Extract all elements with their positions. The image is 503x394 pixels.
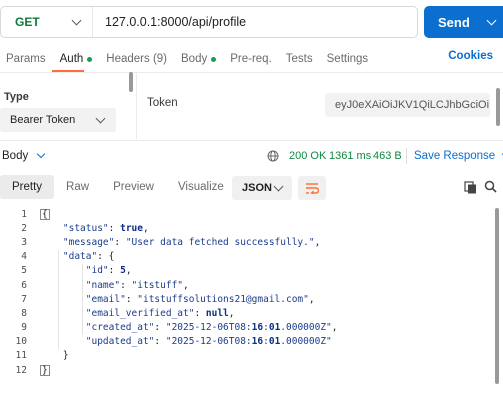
chevron-down-icon[interactable] bbox=[486, 15, 497, 26]
code-line: 7 "email": "itstuffsolutions21@gmail.com… bbox=[0, 292, 490, 306]
method-label: GET bbox=[15, 15, 40, 29]
globe-icon[interactable] bbox=[267, 150, 279, 162]
pane-splitter[interactable] bbox=[136, 73, 137, 139]
tab-body[interactable]: Body bbox=[181, 53, 217, 65]
request-tabs: Params Auth Headers (9) Body Pre-req. Tests Se… bbox=[0, 50, 503, 68]
cookies-link[interactable]: Cookies bbox=[448, 50, 493, 62]
tab-auth[interactable]: Auth bbox=[60, 53, 93, 65]
code-line: 12} bbox=[0, 363, 490, 377]
language-value: JSON bbox=[242, 182, 272, 194]
language-select[interactable]: JSON bbox=[232, 176, 292, 200]
status-dot-icon bbox=[87, 56, 93, 62]
indent-guide bbox=[82, 263, 83, 335]
send-button[interactable]: Send bbox=[424, 6, 503, 38]
code-text: "id": 5, bbox=[85, 265, 132, 277]
wrap-lines-button[interactable] bbox=[298, 176, 326, 200]
code-line: 8 "email_verified_at": null, bbox=[0, 306, 490, 320]
format-tab-preview[interactable]: Preview bbox=[101, 175, 166, 199]
save-response-label: Save Response bbox=[414, 150, 496, 162]
code-text: { bbox=[40, 208, 50, 220]
response-code-view[interactable]: 1{2 "status": true, 3 "message": "User da… bbox=[0, 207, 490, 377]
tab-label: Tests bbox=[285, 53, 313, 65]
format-tab-pretty[interactable]: Pretty bbox=[0, 175, 55, 199]
tab-label: Body bbox=[181, 53, 208, 65]
indent-guide bbox=[58, 249, 59, 349]
tab-params[interactable]: Params bbox=[6, 53, 46, 65]
copy-icon[interactable] bbox=[464, 181, 477, 194]
tab-label: Auth bbox=[59, 53, 84, 65]
tab-pre-req[interactable]: Pre-req. bbox=[230, 53, 272, 65]
scrollbar[interactable] bbox=[495, 208, 499, 384]
code-text: "created_at": "2025-12-06T08:16:01.00000… bbox=[85, 322, 338, 334]
code-line: 4 "data": { bbox=[0, 250, 490, 264]
auth-type-value: Bearer Token bbox=[10, 114, 76, 126]
token-input[interactable]: eyJ0eXAiOiJKV1QiLCJhbGciOi ... bbox=[325, 93, 490, 117]
line-number: 12 bbox=[15, 364, 27, 376]
line-number: 5 bbox=[21, 265, 27, 277]
line-number: 10 bbox=[15, 336, 27, 348]
code-line: 2 "status": true, bbox=[0, 221, 490, 235]
chevron-down-icon bbox=[95, 113, 106, 123]
code-line: 6 "name": "itstuff", bbox=[0, 278, 490, 292]
code-text: } bbox=[40, 350, 69, 362]
code-text: "updated_at": "2025-12-06T08:16:01.00000… bbox=[85, 336, 332, 348]
line-number: 9 bbox=[21, 322, 27, 334]
url-input[interactable]: 127.0.0.1:8000/api/profile bbox=[93, 15, 246, 29]
code-text: "name": "itstuff", bbox=[85, 279, 189, 291]
code-line: 9 "created_at": "2025-12-06T08:16:01.000… bbox=[0, 321, 490, 335]
send-label: Send bbox=[438, 14, 470, 30]
code-text: "status": true, bbox=[62, 222, 149, 234]
response-body-label: Body bbox=[2, 150, 29, 162]
auth-type-select[interactable]: Bearer Token bbox=[0, 108, 116, 132]
response-size[interactable]: 463 B bbox=[373, 150, 402, 162]
response-body-tab[interactable]: Body bbox=[2, 149, 46, 162]
line-number: 6 bbox=[21, 279, 27, 291]
scrollbar[interactable] bbox=[496, 88, 500, 126]
chevron-down-icon bbox=[36, 149, 46, 159]
method-select[interactable]: GET bbox=[1, 7, 93, 37]
scrollbar[interactable] bbox=[129, 72, 133, 92]
tab-label: Headers (9) bbox=[106, 53, 168, 65]
line-number: 7 bbox=[21, 293, 27, 305]
format-tabs: Pretty Raw Preview Visualize bbox=[0, 175, 236, 199]
tab-label: Settings bbox=[326, 53, 369, 65]
search-icon[interactable] bbox=[484, 180, 497, 193]
code-line: 11 } bbox=[0, 349, 490, 363]
wrap-lines-icon bbox=[306, 183, 319, 194]
code-line: 3 "message": "User data fetched successf… bbox=[0, 235, 490, 249]
auth-type-label: Type bbox=[4, 91, 29, 103]
line-number: 1 bbox=[21, 208, 27, 220]
save-response-button[interactable]: Save Response bbox=[414, 149, 503, 162]
tab-label: Params bbox=[6, 53, 46, 65]
divider bbox=[0, 72, 503, 73]
status-code[interactable]: 200 OK bbox=[289, 150, 326, 162]
code-text: "message": "User data fetched successful… bbox=[62, 236, 321, 248]
code-text: "email_verified_at": null, bbox=[85, 307, 235, 319]
tab-settings[interactable]: Settings bbox=[327, 53, 369, 65]
line-number: 4 bbox=[21, 251, 27, 263]
format-tab-visualize[interactable]: Visualize bbox=[166, 175, 236, 199]
code-text: "data": { bbox=[62, 251, 115, 263]
tab-label: Pre-req. bbox=[230, 53, 272, 65]
request-bar: GET 127.0.0.1:8000/api/profile bbox=[0, 6, 418, 38]
line-number: 3 bbox=[21, 236, 27, 248]
divider bbox=[406, 148, 407, 164]
code-line: 5 "id": 5, bbox=[0, 264, 490, 278]
code-text: } bbox=[40, 364, 50, 376]
chevron-down-icon bbox=[71, 15, 82, 25]
line-number: 11 bbox=[15, 350, 27, 362]
line-number: 8 bbox=[21, 307, 27, 319]
status-dot-icon bbox=[211, 56, 217, 62]
token-label: Token bbox=[147, 97, 178, 109]
tab-tests[interactable]: Tests bbox=[286, 53, 313, 65]
response-time[interactable]: 1361 ms bbox=[329, 150, 371, 162]
chevron-down-icon bbox=[273, 181, 284, 191]
code-line: 1{ bbox=[0, 207, 490, 221]
code-line: 10 "updated_at": "2025-12-06T08:16:01.00… bbox=[0, 335, 490, 349]
divider bbox=[0, 140, 503, 141]
line-number: 2 bbox=[21, 222, 27, 234]
tab-headers-9[interactable]: Headers (9) bbox=[106, 53, 167, 65]
format-tab-raw[interactable]: Raw bbox=[54, 175, 101, 199]
